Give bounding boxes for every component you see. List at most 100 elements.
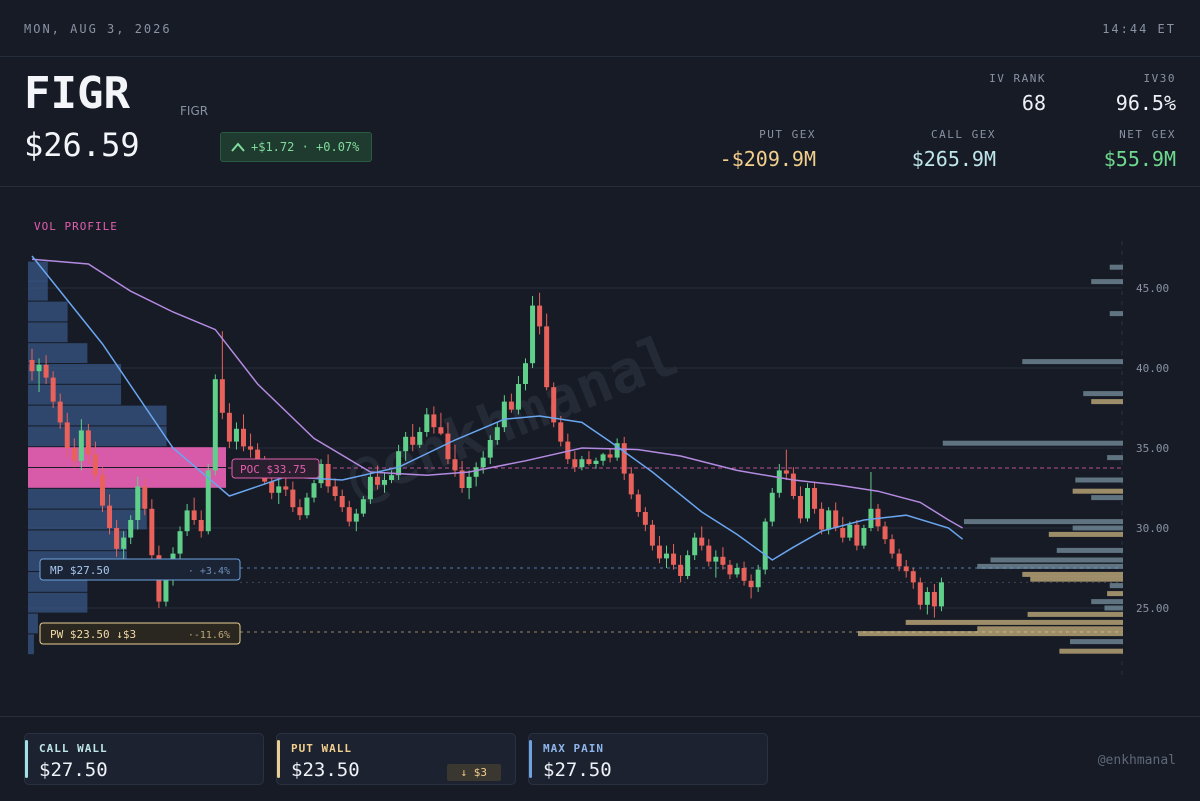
candle-body — [924, 592, 930, 605]
candle-body — [558, 422, 564, 442]
quote-header: FIGR FIGR $26.59 +$1.72 · +0.07% IV RANK… — [0, 56, 1200, 187]
candle-body — [290, 489, 296, 508]
profile-bar — [28, 384, 122, 405]
candle — [720, 547, 726, 570]
put-gex-bar — [1107, 591, 1123, 597]
call-gex-bar — [1109, 311, 1123, 317]
put-gex-bar — [1022, 571, 1123, 577]
candle-body — [219, 379, 225, 413]
call-gex-value: $265.9M — [911, 147, 996, 171]
max-pain-card[interactable]: MAX PAIN $27.50 — [528, 733, 768, 785]
candle-body — [755, 569, 761, 588]
candle — [297, 499, 303, 520]
call-gex-bar — [1091, 599, 1123, 605]
profile-bar — [28, 280, 48, 301]
candle — [903, 560, 909, 578]
candle-body — [85, 430, 91, 455]
put-gex-value: -$209.9M — [719, 147, 816, 171]
vol-profile-label: VOL PROFILE — [34, 220, 118, 233]
iv30-stat: IV30 96.5% — [1116, 72, 1176, 115]
call-gex-stat: CALL GEX $265.9M — [912, 128, 996, 171]
candle — [248, 433, 254, 458]
candle-body — [36, 364, 42, 372]
candle-body — [692, 537, 698, 556]
put-gex-label: PUT GEX — [759, 128, 816, 141]
candle — [748, 574, 754, 599]
put-gex-bar — [1072, 488, 1123, 494]
candle — [233, 422, 239, 450]
candle — [276, 480, 282, 504]
candle-body — [783, 470, 789, 474]
candle — [685, 550, 691, 580]
max-pain-tag: MP $27.50 · +3.4% — [39, 558, 241, 581]
candle — [699, 526, 705, 551]
max-pain-value: $27.50 — [543, 759, 612, 781]
iv-rank-label: IV RANK — [989, 72, 1046, 85]
candle-body — [135, 486, 141, 520]
candle-body — [304, 497, 310, 516]
candle-body — [671, 553, 677, 565]
candle-body — [741, 568, 747, 581]
candle-body — [508, 401, 514, 410]
candle — [861, 524, 867, 549]
candle-body — [685, 555, 691, 576]
put-wall-value: $23.50 — [291, 759, 360, 781]
call-gex-bar — [1104, 605, 1123, 611]
put-gex-bar — [1091, 399, 1123, 405]
volume-profile — [28, 261, 226, 655]
candle-body — [487, 440, 493, 458]
price-chart-panel[interactable]: @enkhmanal 45.00 40.00 35.00 30.00 25.00 VOL… — [0, 186, 1200, 716]
candle — [339, 489, 345, 512]
put-gex-bar — [1048, 531, 1123, 537]
candle-body — [642, 512, 648, 525]
candle-body — [248, 446, 254, 450]
candle-body — [537, 305, 543, 327]
profile-bar — [28, 301, 68, 322]
put-wall-card[interactable]: PUT WALL $23.50 ↓ $3 — [276, 733, 516, 785]
candle-body — [283, 486, 289, 490]
candle — [805, 483, 810, 522]
candle — [586, 451, 592, 466]
candle — [572, 451, 578, 472]
profile-bar — [28, 322, 68, 343]
candle — [537, 292, 543, 335]
candle — [219, 331, 225, 420]
candle-body — [177, 531, 183, 554]
candle — [889, 534, 895, 559]
poc-profile-bar — [28, 468, 226, 488]
call-gex-bar — [990, 557, 1123, 563]
candle — [304, 492, 310, 519]
candle — [530, 296, 536, 368]
profile-bar — [28, 488, 147, 509]
put-gex-bar — [1030, 576, 1123, 582]
call-gex-bar — [1083, 391, 1123, 397]
put-gex-bar — [905, 619, 1123, 625]
candle — [910, 568, 916, 589]
candle-body — [812, 488, 818, 509]
candle-body — [367, 476, 373, 500]
candle-body — [233, 428, 239, 442]
candle — [635, 489, 641, 517]
call-wall-card[interactable]: CALL WALL $27.50 — [24, 733, 264, 785]
candle — [628, 467, 634, 500]
candle — [783, 449, 789, 480]
candle-body — [417, 432, 423, 445]
profile-bar — [28, 634, 34, 655]
put-wall-badge: ↓ $3 — [446, 764, 501, 781]
candle — [762, 518, 768, 575]
candle-body — [241, 428, 246, 447]
y-axis-ticks: 45.00 40.00 35.00 30.00 25.00 — [1136, 282, 1169, 615]
candle-body — [438, 427, 444, 434]
session-date: MON, AUG 3, 2026 — [24, 22, 172, 36]
iv-rank-stat: IV RANK 68 — [989, 72, 1046, 115]
max-pain-label: MAX PAIN — [543, 742, 604, 755]
candle-body — [572, 459, 578, 468]
put-gex-bar — [977, 626, 1123, 632]
candle — [819, 502, 825, 535]
candle — [649, 520, 655, 551]
candle — [797, 486, 803, 524]
candle-body — [431, 414, 437, 428]
candle-body — [854, 524, 860, 546]
candlestick-chart[interactable]: @enkhmanal 45.00 40.00 35.00 30.00 25.00 VOL… — [0, 186, 1200, 716]
candle — [854, 520, 860, 551]
